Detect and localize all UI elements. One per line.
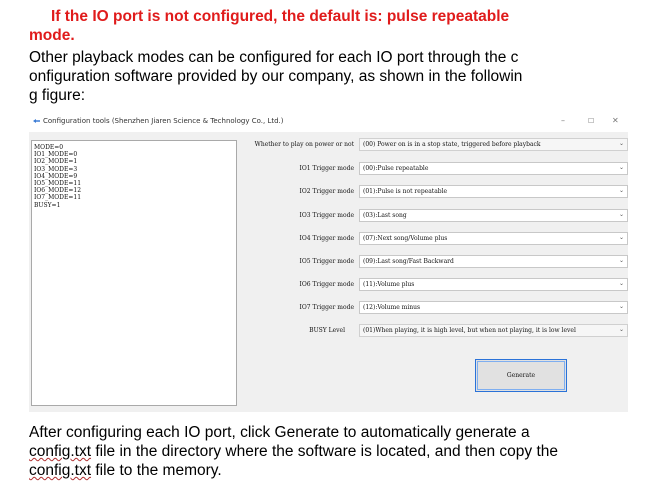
power-on-mode-select[interactable]: (00) Power on is in a stop state, trigge… (359, 138, 628, 151)
title-bar: Configuration tools (Shenzhen Jiaren Sci… (29, 112, 628, 132)
io2-trigger-mode-select[interactable]: (01):Pulse is not repeatable ⌄ (359, 185, 628, 198)
io1-trigger-mode-label: IO1 Trigger mode (299, 165, 354, 172)
minimize-icon[interactable]: – (561, 116, 565, 125)
instruction-text: file to the memory. (91, 462, 222, 479)
io7-trigger-mode-label: IO7 Trigger mode (299, 304, 354, 311)
instruction-line-2: config.txt file in the directory where t… (29, 442, 589, 461)
maximize-icon[interactable]: ☐ (588, 117, 594, 125)
io6-trigger-mode-value: (11):Volume plus (363, 281, 415, 288)
io5-trigger-mode-value: (09):Last song/Fast Backward (363, 258, 454, 265)
busy-level-label: BUSY Level (309, 327, 345, 334)
mode-list-line: IO7_MODE=11 (34, 194, 82, 202)
io4-trigger-mode-label: IO4 Trigger mode (299, 235, 354, 242)
io5-trigger-mode-select[interactable]: (09):Last song/Fast Backward ⌄ (359, 255, 628, 268)
mode-list-line: IO3_MODE=3 (34, 165, 78, 173)
instruction-line-3: config.txt file to the memory. (29, 461, 589, 480)
io2-trigger-mode-value: (01):Pulse is not repeatable (363, 188, 448, 195)
io3-trigger-mode-label: IO3 Trigger mode (299, 212, 354, 219)
default-mode-note: If the IO port is not configured, the de… (29, 7, 589, 45)
chevron-down-icon[interactable]: ⌄ (619, 303, 624, 310)
io1-trigger-mode-select[interactable]: (00):Pulse repeatable ⌄ (359, 162, 628, 175)
io6-trigger-mode-select[interactable]: (11):Volume plus ⌄ (359, 278, 628, 291)
chevron-down-icon[interactable]: ⌄ (619, 326, 624, 333)
chevron-down-icon[interactable]: ⌄ (619, 140, 624, 147)
io7-trigger-mode-select[interactable]: (12):Volume minus ⌄ (359, 301, 628, 314)
io4-trigger-mode-select[interactable]: (07):Next song/Volume plus ⌄ (359, 232, 628, 245)
close-icon[interactable]: ✕ (612, 116, 619, 125)
chevron-down-icon[interactable]: ⌄ (619, 257, 624, 264)
io1-trigger-mode-value: (00):Pulse repeatable (363, 165, 429, 172)
mode-list-box[interactable]: MODE=0 IO1_MODE=0 IO2_MODE=1 IO3_MODE=3 IO4_… (31, 140, 237, 406)
io3-trigger-mode-value: (03):Last song (363, 212, 407, 219)
mode-list-line: IO4_MODE=9 (34, 172, 78, 180)
note-line-1: If the IO port is not configured, the de… (51, 8, 510, 25)
chevron-down-icon[interactable]: ⌄ (619, 211, 624, 218)
mode-list-line: BUSY=1 (34, 201, 61, 209)
mode-list-line: IO2_MODE=1 (34, 158, 78, 166)
power-on-mode-label: Whether to play on power or not (254, 141, 354, 148)
config-tool-window: Configuration tools (Shenzhen Jiaren Sci… (29, 112, 628, 412)
mode-list-line: IO5_MODE=11 (34, 180, 82, 188)
intro-line-3: g figure: (29, 87, 86, 104)
io3-trigger-mode-select[interactable]: (03):Last song ⌄ (359, 209, 628, 222)
intro-line-1: Other playback modes can be configured f… (29, 49, 519, 66)
generate-instructions: After configuring each IO port, click Ge… (29, 423, 589, 480)
io7-trigger-mode-value: (12):Volume minus (363, 304, 421, 311)
mode-list-line: IO6_MODE=12 (34, 187, 82, 195)
chevron-down-icon[interactable]: ⌄ (619, 280, 624, 287)
window-title: Configuration tools (Shenzhen Jiaren Sci… (43, 117, 284, 125)
power-on-mode-value: (00) Power on is in a stop state, trigge… (363, 141, 541, 148)
io4-trigger-mode-value: (07):Next song/Volume plus (363, 235, 448, 242)
chevron-down-icon[interactable]: ⌄ (619, 187, 624, 194)
config-filename: config.txt (29, 462, 92, 479)
mode-list-line: MODE=0 (34, 144, 64, 151)
chevron-down-icon[interactable]: ⌄ (619, 164, 624, 171)
io6-trigger-mode-label: IO6 Trigger mode (299, 281, 354, 288)
mode-list-line: IO1_MODE=0 (34, 151, 78, 159)
generate-button[interactable]: Generate (475, 359, 567, 392)
config-filename: config.txt (29, 443, 92, 460)
busy-level-select[interactable]: (01)When playing, it is high level, but … (359, 324, 628, 337)
busy-level-value: (01)When playing, it is high level, but … (363, 327, 576, 334)
app-icon (33, 119, 40, 123)
chevron-down-icon[interactable]: ⌄ (619, 234, 624, 241)
note-line-2: mode. (29, 27, 75, 44)
intro-line-2: onfiguration software provided by our co… (29, 68, 523, 85)
intro-paragraph: Other playback modes can be configured f… (29, 48, 589, 105)
instruction-line-1: After configuring each IO port, click Ge… (29, 424, 530, 441)
io5-trigger-mode-label: IO5 Trigger mode (299, 258, 354, 265)
io2-trigger-mode-label: IO2 Trigger mode (299, 188, 354, 195)
instruction-text: file in the directory where the software… (91, 443, 559, 460)
